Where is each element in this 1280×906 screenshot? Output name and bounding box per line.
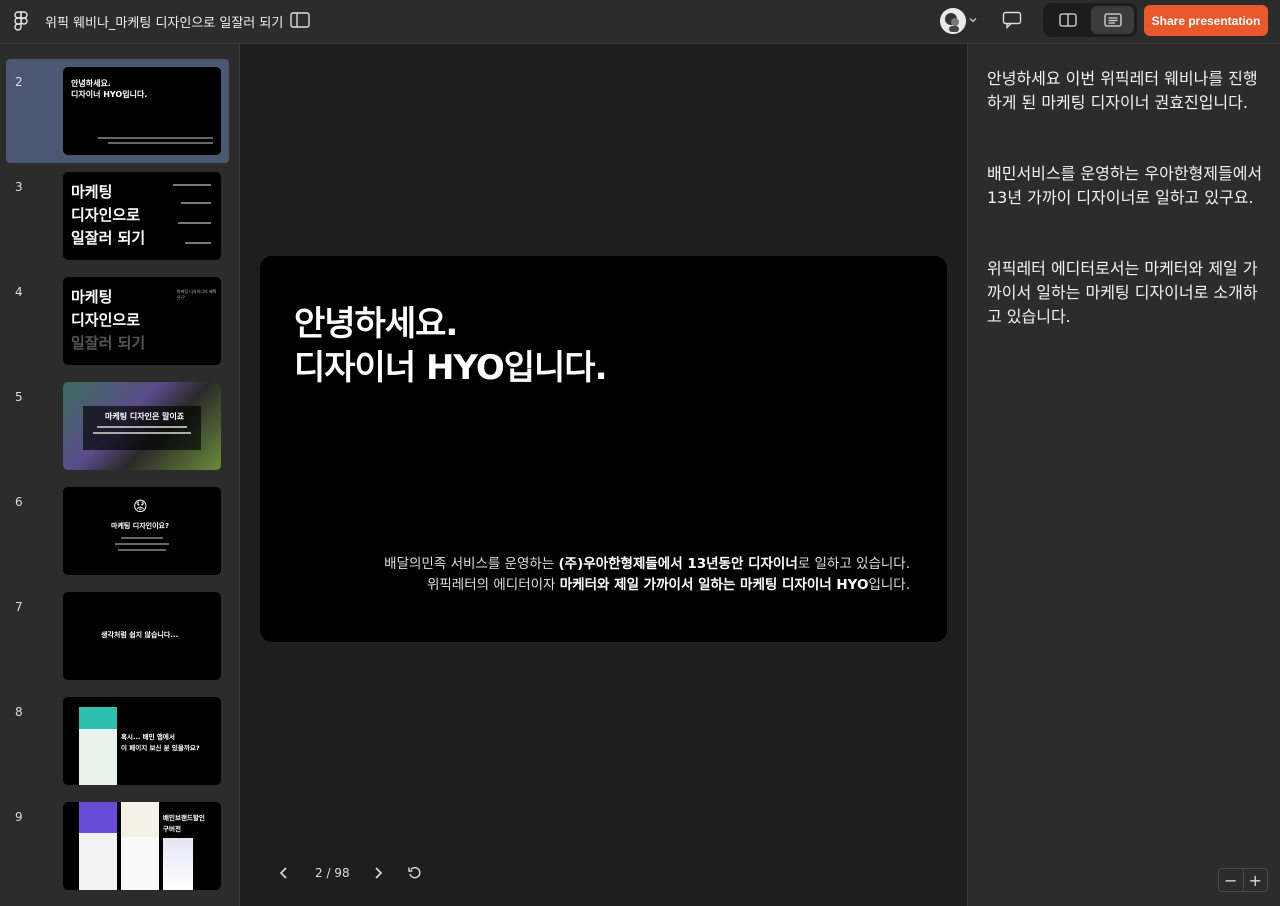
slide-thumbnail-image: 😟 마케팅 디자인이요?	[63, 487, 221, 575]
thumb-title-line: 배민브랜드할인	[163, 814, 205, 822]
thumb-title-line: 마케팅 디자인은 말이죠	[105, 412, 185, 421]
thumb-body-lines	[108, 142, 213, 144]
thumb-title-line: 디자이너 HYO입니다.	[71, 90, 148, 99]
thumb-app-screenshot	[163, 838, 193, 890]
thumb-body-lines	[121, 537, 163, 539]
split-view-icon	[1058, 13, 1077, 27]
notes-view-button[interactable]	[1091, 6, 1134, 34]
slide-thumbnail-8[interactable]: 8 혹시... 배민 앱에서 이 페이지 보신 분 있을까요?	[6, 689, 229, 793]
slide-heading: 안녕하세요. 디자이너 HYO입니다.	[294, 302, 607, 390]
slide-body-line-1: 배달의민족 서비스를 운영하는 (주)우아한형제들에서 13년동안 디자이너로 …	[384, 554, 910, 575]
speaker-note-paragraph: 안녕하세요 이번 위픽레터 웨비나를 진행하게 된 마케팅 디자이너 권효진입니…	[987, 69, 1258, 112]
thumb-side-lines	[173, 184, 211, 186]
speaker-notes-panel[interactable]: 안녕하세요 이번 위픽레터 웨비나를 진행하게 된 마케팅 디자이너 권효진입니…	[967, 44, 1280, 906]
body-text: 위픽레터의 에디터이자	[426, 577, 560, 593]
thumb-title-line: 생각처럼 쉽지 않습니다...	[101, 631, 179, 639]
thumb-side-lines	[178, 222, 211, 224]
thumb-body-lines	[97, 426, 187, 428]
slide-thumbnail-image: 마케팅 디자인으로 일잘러 되기 마케팅 디자이너의 혜택은??	[63, 277, 221, 365]
thumb-title-line: 이 페이지 보신 분 있을까요?	[121, 744, 200, 752]
slide-number: 4	[15, 285, 23, 299]
slide-thumbnail-image: 배민브랜드할인 구버전	[63, 802, 221, 890]
thumb-title-line: 마케팅 디자인이요?	[111, 522, 170, 530]
slide-thumbnail-6[interactable]: 6 😟 마케팅 디자인이요?	[6, 479, 229, 583]
slide-heading-line-1: 안녕하세요.	[294, 304, 458, 344]
slide-thumbnail-4[interactable]: 4 마케팅 디자인으로 일잘러 되기 마케팅 디자이너의 혜택은??	[6, 269, 229, 373]
zoom-out-button[interactable]: −	[1219, 869, 1243, 891]
slide-thumbnail-image: 혹시... 배민 앱에서 이 페이지 보신 분 있을까요?	[63, 697, 221, 785]
body-bold-text: 마케터와 제일 가까이서 일하는 마케팅 디자이너 HYO	[559, 577, 869, 593]
thumb-app-screenshot	[121, 802, 159, 890]
chevron-left-icon[interactable]	[277, 866, 291, 880]
slide-number: 2	[15, 75, 23, 89]
body-text: 배달의민족 서비스를 운영하는	[384, 556, 559, 572]
avatar-icon	[940, 8, 966, 34]
slide-thumbnail-sidebar[interactable]: 2 안녕하세요. 디자이너 HYO입니다. 3 마케팅 디자인으로 일잘러 되기…	[0, 44, 240, 906]
slide-thumbnail-7[interactable]: 7 생각처럼 쉽지 않습니다...	[6, 584, 229, 688]
slide-thumbnail-2[interactable]: 2 안녕하세요. 디자이너 HYO입니다.	[6, 59, 229, 163]
slide-thumbnail-9[interactable]: 9 배민브랜드할인 구버전	[6, 794, 229, 898]
body-text: 입니다.	[868, 577, 910, 593]
current-slide[interactable]: 안녕하세요. 디자이너 HYO입니다. 배달의민족 서비스를 운영하는 (주)우…	[260, 256, 947, 642]
user-avatar[interactable]	[940, 8, 966, 34]
thumb-side-lines	[181, 202, 211, 204]
figma-logo-icon[interactable]	[14, 11, 28, 33]
thumb-app-screenshot	[79, 707, 117, 785]
thumb-title-line: 혹시... 배민 앱에서	[121, 733, 175, 741]
thumb-title-line: 마케팅	[71, 183, 113, 201]
document-title[interactable]: 위픽 웨비나_마케팅 디자인으로 일잘러 되기	[45, 12, 283, 31]
thumb-side-lines	[185, 242, 211, 244]
slide-thumbnail-image: 마케팅 디자인은 말이죠	[63, 382, 221, 470]
body-text: 로 일하고 있습니다.	[797, 556, 910, 572]
slide-number: 5	[15, 390, 23, 404]
chevron-right-icon[interactable]	[371, 866, 385, 880]
slide-thumbnail-image: 마케팅 디자인으로 일잘러 되기	[63, 172, 221, 260]
split-view-button[interactable]	[1046, 6, 1089, 34]
slide-number: 9	[15, 810, 23, 824]
notes-view-icon	[1103, 13, 1122, 27]
thumb-body-lines	[98, 137, 213, 139]
slide-thumbnail-image: 생각처럼 쉽지 않습니다...	[63, 592, 221, 680]
slide-thumbnail-3[interactable]: 3 마케팅 디자인으로 일잘러 되기	[6, 164, 229, 268]
chevron-down-icon[interactable]	[969, 16, 977, 24]
thumb-app-screenshot	[79, 802, 117, 890]
top-bar: 위픽 웨비나_마케팅 디자인으로 일잘러 되기 Share presentati…	[0, 0, 1280, 44]
thumb-title-line: 마케팅	[71, 288, 113, 306]
thumb-body-lines	[93, 432, 191, 434]
slide-canvas: 안녕하세요. 디자이너 HYO입니다. 배달의민족 서비스를 운영하는 (주)우…	[241, 44, 966, 906]
slide-number: 3	[15, 180, 23, 194]
body-bold-text: (주)우아한형제들에서 13년동안 디자이너	[558, 556, 798, 572]
thumb-title-line: 디자인으로	[71, 206, 141, 224]
thumb-emoji: 😟	[133, 499, 148, 515]
thumb-title-line: 디자인으로	[71, 311, 141, 329]
share-presentation-button[interactable]: Share presentation	[1144, 5, 1268, 36]
slide-thumbnail-1[interactable]	[6, 44, 229, 52]
thumb-title-line: 일잘러 되기	[71, 229, 146, 247]
slide-body: 배달의민족 서비스를 운영하는 (주)우아한형제들에서 13년동안 디자이너로 …	[384, 554, 910, 596]
page-counter: 2 / 98	[315, 866, 350, 880]
thumb-body-lines	[118, 549, 166, 551]
slide-body-line-2: 위픽레터의 에디터이자 마케터와 제일 가까이서 일하는 마케팅 디자이너 HY…	[384, 575, 910, 596]
slide-number: 8	[15, 705, 23, 719]
sidebar-toggle-icon[interactable]	[290, 12, 310, 28]
thumb-title-line: 일잘러 되기	[71, 334, 146, 352]
slide-thumbnail-5[interactable]: 5 마케팅 디자인은 말이죠	[6, 374, 229, 478]
restart-icon[interactable]	[407, 865, 423, 881]
slide-heading-line-2: 디자이너 HYO입니다.	[294, 348, 607, 388]
view-mode-toggle	[1043, 3, 1137, 37]
slide-thumbnail-image: 안녕하세요. 디자이너 HYO입니다.	[63, 67, 221, 155]
thumb-side-text: 마케팅 디자이너의 혜택은??	[177, 289, 217, 300]
zoom-controls: − +	[1218, 868, 1268, 892]
thumb-title-line: 안녕하세요.	[71, 79, 111, 88]
thumb-title-line: 구버전	[163, 825, 181, 833]
comment-icon[interactable]	[1002, 11, 1022, 29]
slide-number: 7	[15, 600, 23, 614]
speaker-note-paragraph: 배민서비스를 운영하는 우아한형제들에서 13년 가까이 디자이너로 일하고 있…	[987, 164, 1263, 207]
thumb-body-lines	[115, 543, 169, 545]
slide-number: 6	[15, 495, 23, 509]
speaker-note-paragraph: 위픽레터 에디터로서는 마케터와 제일 가까이서 일하는 마케팅 디자이너로 소…	[987, 259, 1258, 326]
zoom-in-button[interactable]: +	[1242, 869, 1268, 891]
